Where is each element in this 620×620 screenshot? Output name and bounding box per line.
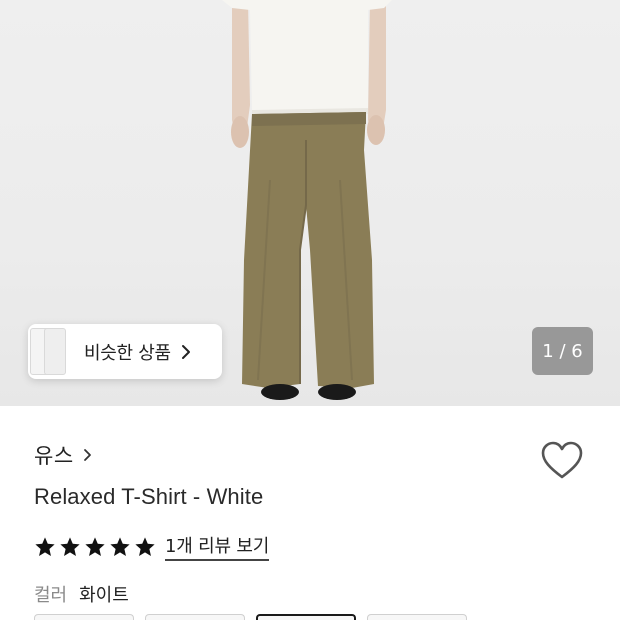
rating-row: 1개 리뷰 보기 [34,532,269,561]
product-title: Relaxed T-Shirt - White [34,484,264,509]
color-swatch[interactable] [34,614,134,620]
star-icon [60,536,80,556]
color-swatch[interactable] [367,614,467,620]
color-swatches [34,614,467,620]
heart-icon[interactable] [540,440,584,482]
similar-products-button[interactable]: 비슷한 상품 [28,324,222,379]
view-reviews-link[interactable]: 1개 리뷰 보기 [165,532,269,561]
star-icon [85,536,105,556]
chevron-right-icon [83,449,91,461]
chevron-right-icon [181,344,190,359]
color-label: 컬러 [34,585,68,606]
product-image-gallery[interactable]: 비슷한 상품 1 / 6 [0,0,620,406]
color-swatch-selected[interactable] [256,614,356,620]
color-option-row: 컬러 화이트 [34,581,129,607]
similar-thumb [44,328,66,375]
similar-products-thumbnails [28,324,68,379]
star-icon [135,536,155,556]
star-icon [110,536,130,556]
image-page-counter-text: 1 / 6 [542,340,583,362]
star-rating [34,536,156,558]
color-value: 화이트 [79,585,129,606]
color-swatch[interactable] [145,614,245,620]
brand-name: 유스 [34,444,74,468]
similar-products-label: 비슷한 상품 [84,342,171,364]
brand-link[interactable]: 유스 [34,440,94,470]
star-icon [35,536,55,556]
image-page-counter: 1 / 6 [532,327,593,375]
